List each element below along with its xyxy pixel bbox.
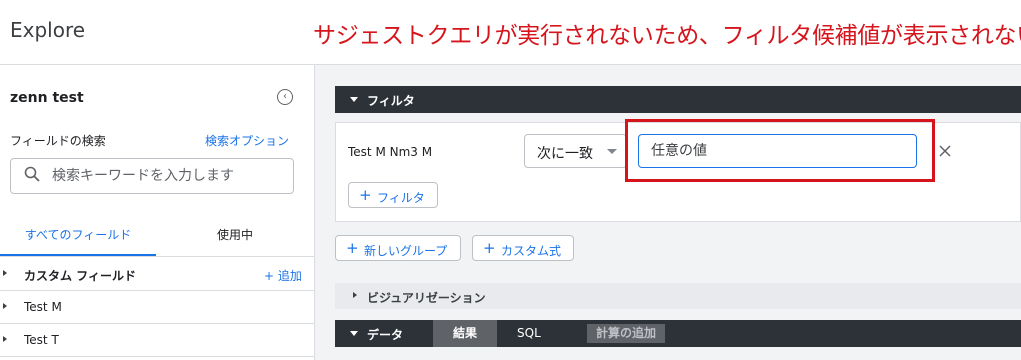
collapse-caret-icon: [350, 97, 358, 102]
custom-expression-button[interactable]: + カスタム式: [472, 235, 574, 261]
search-options-link[interactable]: 検索オプション: [205, 132, 289, 149]
search-icon: [24, 166, 40, 182]
view-row-test-m[interactable]: Test M: [0, 291, 314, 324]
match-type-value: 次に一致: [537, 146, 593, 162]
filter-section-label: フィルタ: [367, 94, 415, 108]
close-icon[interactable]: [938, 144, 952, 158]
custom-expression-label: カスタム式: [501, 244, 562, 258]
new-group-button[interactable]: + 新しいグループ: [335, 235, 461, 261]
filter-match-type-select[interactable]: 次に一致: [524, 134, 627, 168]
add-custom-field-link[interactable]: + 追加: [264, 267, 302, 284]
visualization-label: ビジュアリゼーション: [367, 291, 486, 305]
field-search-input[interactable]: [52, 166, 282, 186]
tabs-divider: [0, 256, 314, 257]
tab-in-use[interactable]: 使用中: [156, 216, 314, 256]
model-name: zenn test: [10, 90, 84, 106]
view-row-test-t[interactable]: Test T: [0, 324, 314, 357]
view-label: Test T: [24, 333, 59, 347]
chevron-down-icon: [607, 149, 617, 154]
expand-caret-icon: [3, 303, 7, 309]
collapse-caret-icon: [350, 331, 358, 336]
expand-caret-icon: [353, 292, 357, 298]
annotation-highlight-box: [625, 119, 935, 182]
expand-caret-icon: [3, 336, 7, 342]
plus-icon: +: [483, 239, 496, 257]
filter-section-header[interactable]: フィルタ: [335, 86, 1021, 113]
tab-sql[interactable]: SQL: [517, 326, 541, 340]
expand-caret-icon: [3, 270, 7, 276]
field-search-label: フィールドの検索: [10, 134, 106, 148]
collapse-sidebar-icon[interactable]: ‹: [277, 89, 293, 105]
annotation-caption: サジェストクエリが実行されないため、フィルタ候補値が表示されない: [313, 23, 1021, 49]
add-filter-button[interactable]: + フィルタ: [348, 182, 438, 208]
tab-all-fields[interactable]: すべてのフィールド: [0, 216, 156, 256]
custom-fields-label: カスタム フィールド: [24, 269, 136, 283]
view-label: Test M: [24, 300, 62, 314]
visualization-section-header[interactable]: ビジュアリゼーション: [335, 283, 1021, 309]
add-calculation-button[interactable]: 計算の追加: [587, 324, 665, 343]
data-section-label: データ: [367, 328, 404, 342]
filter-field-name: Test M Nm3 M: [348, 145, 433, 159]
plus-icon: +: [359, 186, 372, 204]
new-group-label: 新しいグループ: [364, 244, 448, 258]
plus-icon: +: [346, 239, 359, 257]
app-title: Explore: [10, 18, 86, 42]
add-filter-label: フィルタ: [377, 191, 425, 205]
data-section-header[interactable]: データ 結果 SQL 計算の追加: [335, 320, 1021, 347]
tab-results[interactable]: 結果: [433, 320, 497, 347]
